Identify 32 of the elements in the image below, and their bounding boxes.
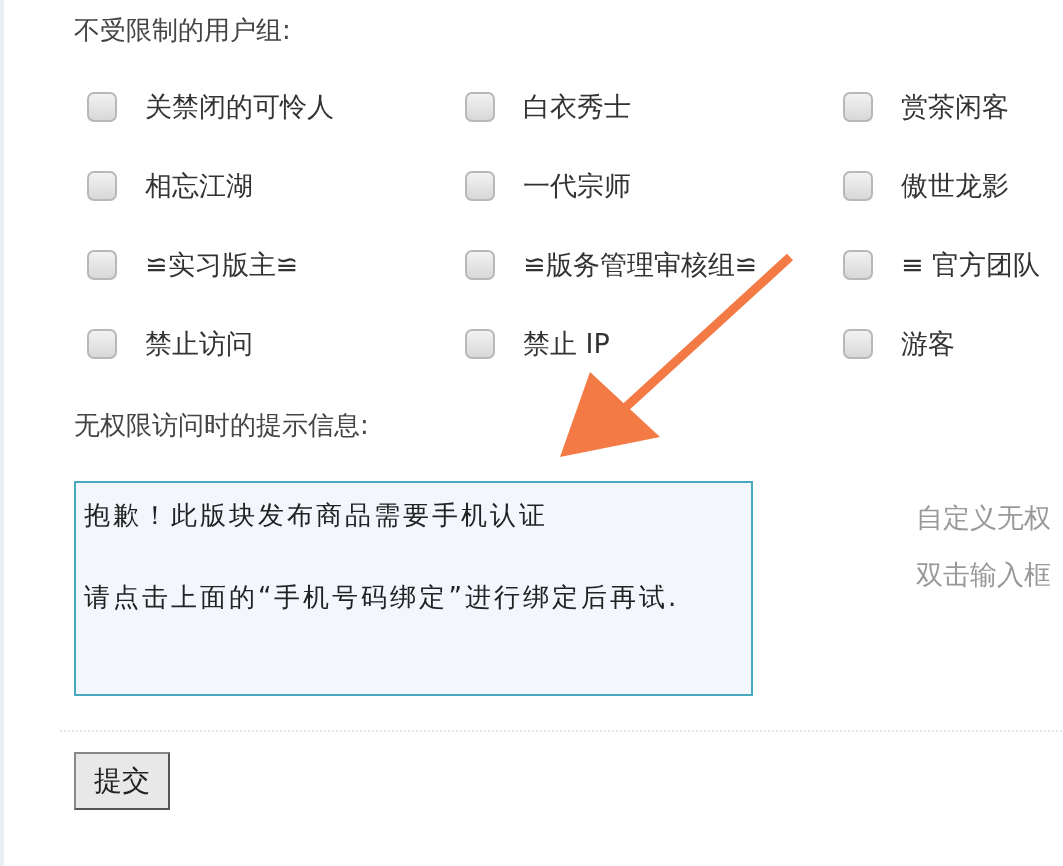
checkbox[interactable] [87,329,117,359]
checkbox-label: 傲世龙影 [901,169,1009,203]
checkbox[interactable] [843,92,873,122]
checkbox[interactable] [87,92,117,122]
checkbox-label: 白衣秀士 [523,90,631,124]
message-field[interactable]: 抱歉！此版块发布商品需要手机认证 请点击上面的“手机号码绑定”进行绑定后再试. [74,481,753,696]
checkbox[interactable] [843,329,873,359]
section-title: 不受限制的用户组: [74,14,292,47]
checkbox[interactable] [843,171,873,201]
checkbox[interactable] [87,250,117,280]
checkbox-label: 一代宗师 [523,169,631,203]
section-title: 无权限访问时的提示信息: [74,409,370,442]
checkbox[interactable] [465,92,495,122]
checkbox-label: 相忘江湖 [145,169,253,203]
hint-text: 双击输入框 [916,558,1051,592]
checkbox[interactable] [843,250,873,280]
hint-text: 自定义无权 [916,501,1051,535]
checkbox-label: 赏茶闲客 [901,90,1009,124]
checkbox-label: 关禁闭的可怜人 [145,90,334,124]
checkbox-label: 禁止访问 [145,327,253,361]
checkbox-label: 游客 [901,327,955,361]
checkbox-label: ≌实习版主≌ [145,248,299,282]
checkbox-label: 禁止 IP [523,327,610,361]
checkbox-label: ≌版务管理审核组≌ [523,248,758,282]
message-paragraph: 请点击上面的“手机号码绑定”进行绑定后再试. [84,581,681,614]
checkbox[interactable] [465,250,495,280]
message-paragraph: 抱歉！此版块发布商品需要手机认证 [84,499,549,532]
checkbox[interactable] [465,329,495,359]
checkbox[interactable] [87,171,117,201]
checkbox-label: ≡ 官方团队 [901,248,1041,282]
checkbox[interactable] [465,171,495,201]
submit-button[interactable]: 提交 [74,752,170,810]
